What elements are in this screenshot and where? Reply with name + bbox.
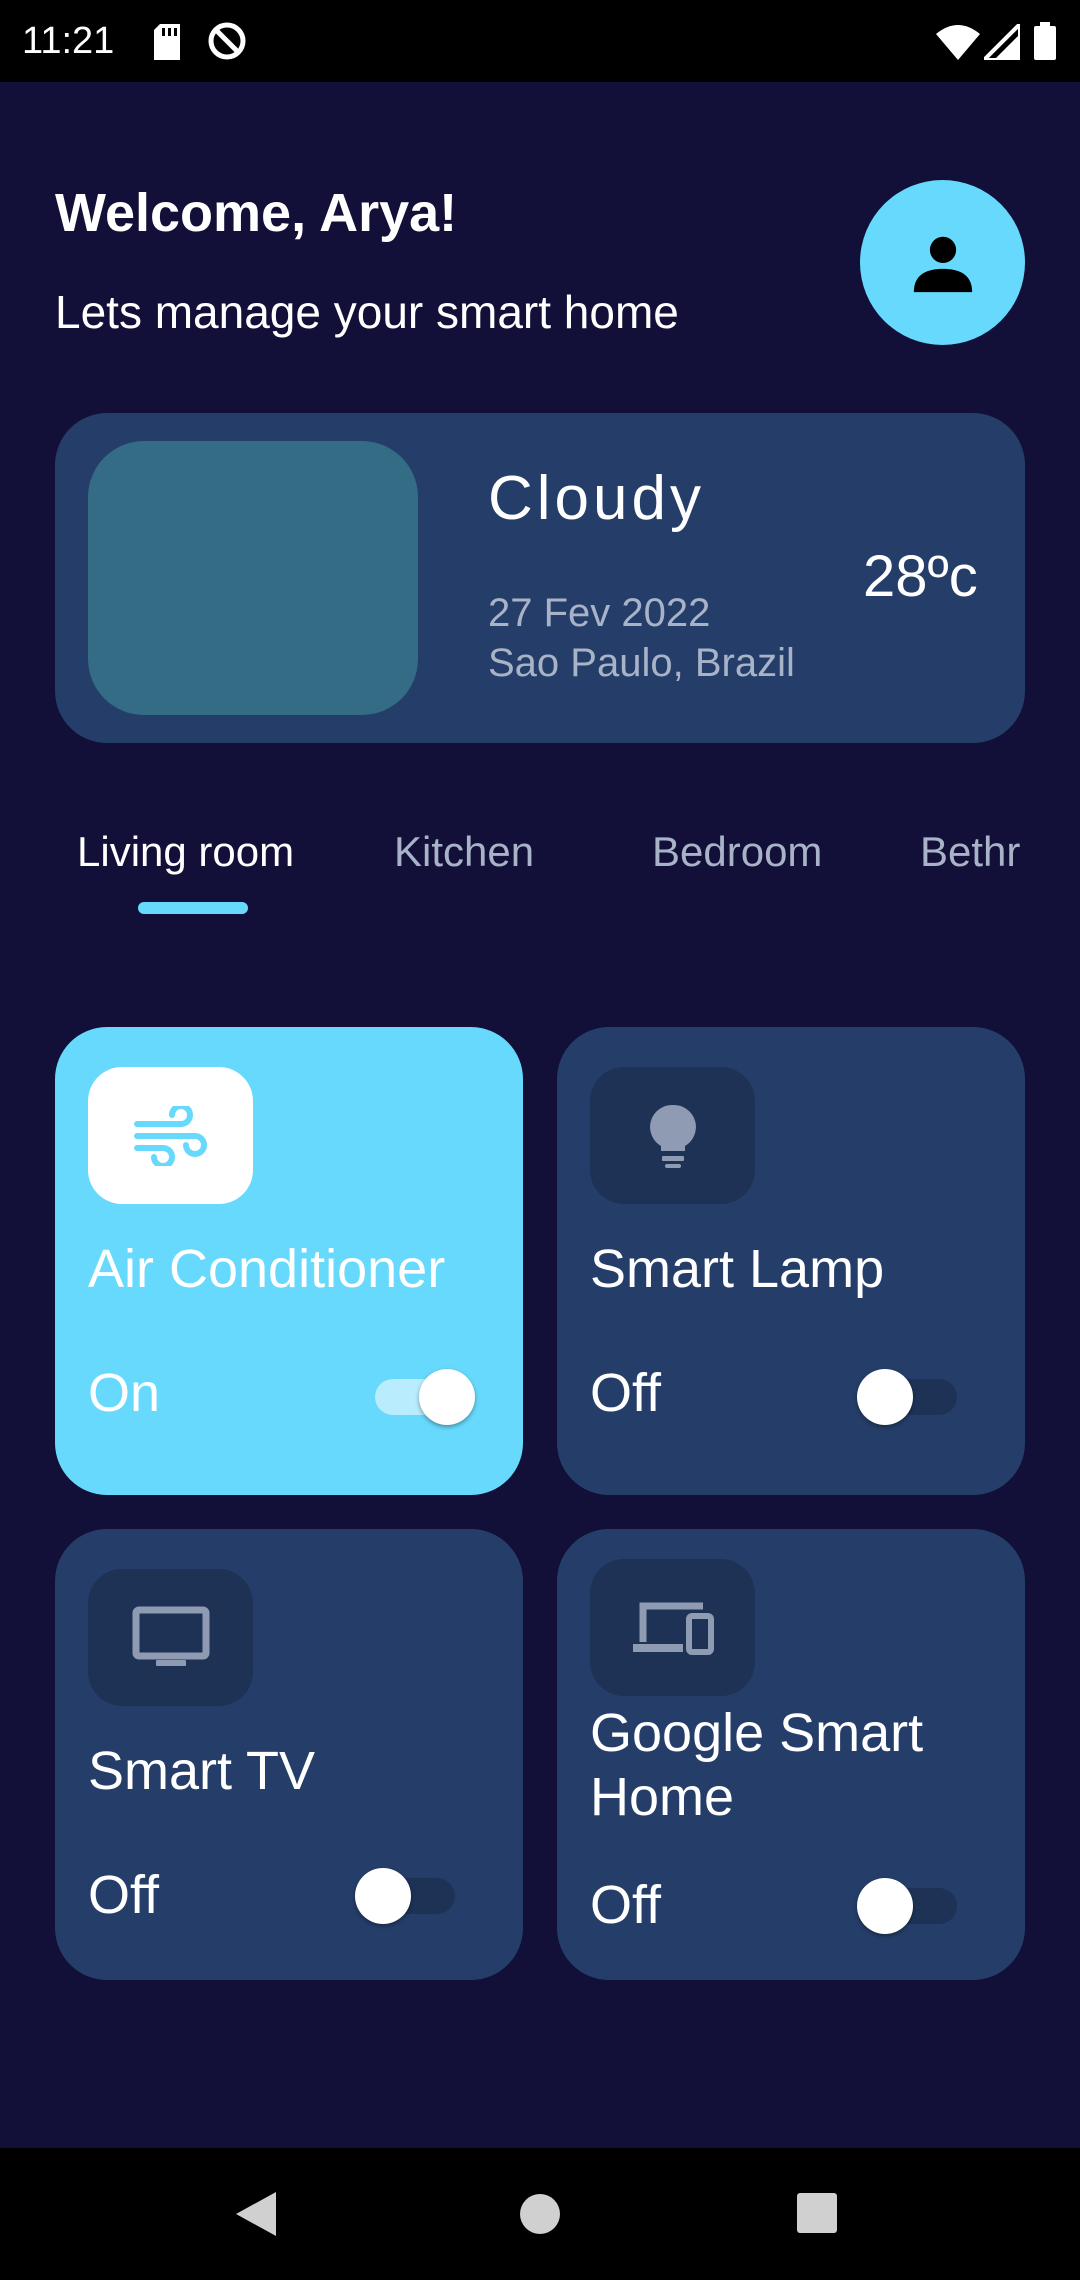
device-icon-box — [88, 1067, 253, 1204]
device-name: Smart TV — [88, 1741, 316, 1801]
battery-icon — [1034, 22, 1056, 65]
device-state: Off — [590, 1363, 662, 1423]
status-bar: 11:21 — [0, 0, 1080, 82]
device-card-smart-lamp[interactable]: Smart Lamp Off — [557, 1027, 1025, 1495]
weather-location: Sao Paulo, Brazil — [488, 641, 795, 685]
home-icon — [520, 2194, 560, 2234]
toggle-thumb — [355, 1868, 411, 1924]
toggle-thumb — [419, 1369, 475, 1425]
device-icon-box — [590, 1559, 755, 1696]
device-name: Air Conditioner — [88, 1239, 446, 1299]
navigation-bar — [0, 2148, 1080, 2280]
device-icon-box — [590, 1067, 755, 1204]
toggle-thumb — [857, 1878, 913, 1934]
room-tabs: Living room Kitchen Bedroom Bethr — [0, 820, 1080, 920]
tab-bathroom[interactable]: Bethr — [920, 828, 1020, 876]
device-state: Off — [590, 1875, 662, 1935]
weather-date: 27 Fev 2022 — [488, 591, 711, 635]
recents-icon — [797, 2193, 837, 2233]
profile-avatar-button[interactable] — [860, 180, 1025, 345]
home-button[interactable] — [518, 2192, 562, 2241]
back-icon — [236, 2192, 276, 2236]
weather-image — [88, 441, 418, 715]
person-icon — [913, 236, 972, 292]
device-state: On — [88, 1363, 161, 1423]
power-toggle[interactable] — [365, 1361, 475, 1425]
tab-living-room[interactable]: Living room — [77, 828, 294, 876]
tab-kitchen[interactable]: Kitchen — [394, 828, 534, 876]
welcome-subtitle: Lets manage your smart home — [55, 286, 679, 338]
device-card-smart-tv[interactable]: Smart TV Off — [55, 1529, 523, 1980]
signal-icon — [979, 19, 1022, 65]
power-toggle[interactable] — [857, 1870, 957, 1934]
air-icon — [133, 1105, 207, 1166]
sd-card-icon — [152, 24, 182, 65]
tv-icon — [132, 1606, 209, 1666]
tab-indicator — [138, 902, 248, 914]
device-name: Google Smart Home — [590, 1703, 924, 1827]
sync-disabled-icon — [206, 20, 248, 67]
device-name: Smart Lamp — [590, 1239, 885, 1299]
wifi-icon — [936, 24, 980, 65]
tab-bedroom[interactable]: Bedroom — [652, 828, 822, 876]
lightbulb-icon — [649, 1104, 696, 1168]
device-state: Off — [88, 1865, 160, 1925]
toggle-thumb — [857, 1369, 913, 1425]
power-toggle[interactable] — [857, 1361, 957, 1425]
status-time: 11:21 — [22, 20, 115, 62]
power-toggle[interactable] — [355, 1860, 455, 1924]
weather-condition: Cloudy — [488, 464, 705, 533]
weather-card[interactable]: Cloudy 27 Fev 2022 Sao Paulo, Brazil 28º… — [55, 413, 1025, 743]
weather-temperature: 28ºc — [863, 544, 978, 609]
device-icon-box — [88, 1569, 253, 1706]
device-card-google-smart-home[interactable]: Google Smart Home Off — [557, 1529, 1025, 1980]
welcome-title: Welcome, Arya! — [55, 183, 458, 243]
recents-button[interactable] — [796, 2192, 838, 2239]
device-card-air-conditioner[interactable]: Air Conditioner On — [55, 1027, 523, 1495]
devices-icon — [632, 1602, 714, 1655]
back-button[interactable] — [232, 2190, 278, 2243]
